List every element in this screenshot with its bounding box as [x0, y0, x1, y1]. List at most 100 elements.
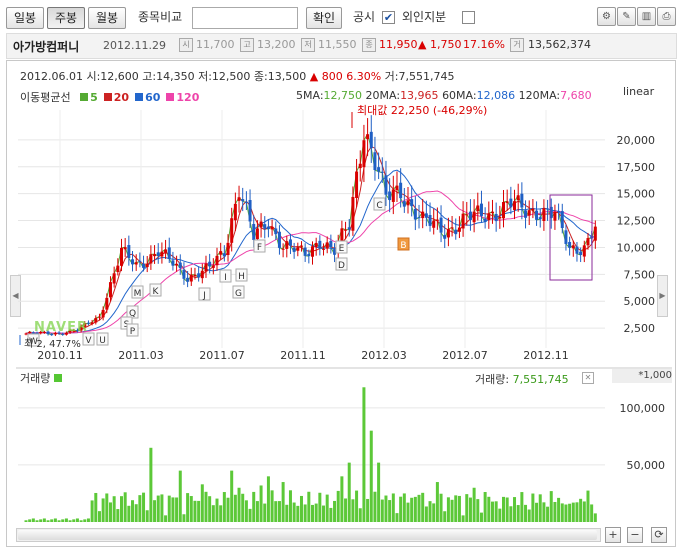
volume-bar: [108, 502, 112, 522]
volume-close-icon[interactable]: ✕: [582, 372, 594, 384]
zoom-out-button[interactable]: −: [627, 527, 643, 543]
candle-body: [413, 208, 417, 220]
volume-bar: [244, 500, 248, 522]
volume-bar: [101, 498, 105, 522]
candle-body: [241, 199, 245, 202]
volume-bar: [395, 513, 399, 522]
candle-body: [259, 221, 263, 228]
volume-bar: [208, 496, 212, 522]
candle-body: [160, 251, 164, 257]
candle-body: [219, 251, 223, 255]
volume-bar: [509, 506, 513, 522]
candle-body: [557, 211, 561, 213]
candle-body: [531, 208, 535, 211]
candle-body: [538, 217, 542, 220]
volume-tick-label: 100,000: [620, 402, 666, 415]
candle-body: [546, 208, 550, 210]
volume-bar: [413, 496, 417, 522]
volume-bar: [211, 505, 215, 522]
candle-body: [296, 247, 300, 251]
volume-bar: [35, 520, 39, 522]
candle-body: [116, 265, 120, 272]
volume-bar: [233, 494, 237, 522]
zoom-in-button[interactable]: +: [605, 527, 621, 543]
volume-bar: [468, 497, 472, 522]
refresh-icon[interactable]: ⟳: [651, 527, 667, 543]
volume-bar: [281, 482, 285, 522]
time-tick-label: 2012.11: [523, 349, 569, 362]
volume-bar: [505, 497, 509, 522]
candle-body: [314, 243, 318, 248]
volume-bar: [61, 519, 65, 522]
volume-bar: [75, 518, 79, 522]
candle-body: [435, 219, 439, 221]
volume-title: 거래량: [20, 370, 62, 386]
candle-body: [454, 229, 458, 235]
volume-bar: [197, 500, 201, 522]
volume-bar: [513, 497, 517, 522]
volume-bar: [248, 508, 252, 522]
volume-bar: [402, 493, 406, 522]
candle-body: [472, 211, 476, 223]
volume-bar: [472, 487, 476, 522]
candle-body: [494, 213, 498, 222]
candle-body: [123, 247, 127, 250]
candle-body: [222, 253, 226, 257]
volume-bar: [325, 494, 329, 522]
volume-bar: [443, 511, 447, 522]
candle-body: [498, 216, 502, 219]
candle-body: [509, 198, 513, 208]
volume-bar: [186, 493, 190, 522]
volume-bar: [483, 492, 487, 522]
volume-bar: [116, 509, 120, 522]
volume-bar: [351, 499, 355, 522]
candle-body: [347, 227, 351, 230]
volume-bar: [149, 447, 153, 522]
candle-body: [582, 245, 586, 257]
candle-body: [252, 223, 256, 240]
candle-body: [215, 255, 219, 266]
horizontal-scrollbar[interactable]: [16, 528, 601, 542]
volume-bar: [465, 494, 469, 522]
candle-body: [288, 239, 292, 246]
volume-bar: [494, 501, 498, 522]
candle-body: [138, 260, 142, 262]
volume-bar: [255, 501, 259, 522]
volume-bar: [226, 497, 230, 522]
candle-body: [399, 182, 403, 199]
volume-bar: [369, 430, 373, 522]
candle-body: [233, 203, 237, 221]
volume-bar: [200, 484, 204, 522]
volume-bar: [123, 492, 127, 522]
volume-bar: [204, 491, 208, 522]
volume-bar: [531, 493, 535, 522]
volume-bar: [461, 515, 465, 522]
selection-box[interactable]: [549, 194, 593, 281]
volume-bar: [435, 482, 439, 522]
candle-body: [292, 247, 296, 252]
time-tick-label: 2012.07: [442, 349, 488, 362]
volume-bar: [112, 496, 116, 522]
candle-body: [476, 205, 480, 212]
volume-bar: [524, 504, 528, 522]
time-tick-label: 2011.07: [199, 349, 245, 362]
candle-body: [443, 235, 447, 239]
candle-body: [131, 259, 135, 265]
candle-body: [457, 227, 461, 232]
candle-body: [189, 274, 193, 282]
candle-body: [568, 241, 572, 248]
candle-body: [112, 273, 116, 284]
candle-body: [108, 282, 112, 298]
event-marker-label: J: [202, 291, 206, 301]
volume-bar: [138, 495, 142, 522]
candle-body: [211, 265, 215, 268]
scrollbar-thumb[interactable]: [18, 530, 597, 540]
candle-body: [388, 191, 392, 201]
candle-body: [237, 197, 241, 201]
candle-body: [432, 220, 436, 228]
volume-bar: [439, 493, 443, 522]
volume-bar: [487, 496, 491, 522]
volume-bar: [252, 491, 256, 522]
price-tick-label: 10,000: [617, 241, 656, 254]
volume-bar: [160, 494, 164, 522]
